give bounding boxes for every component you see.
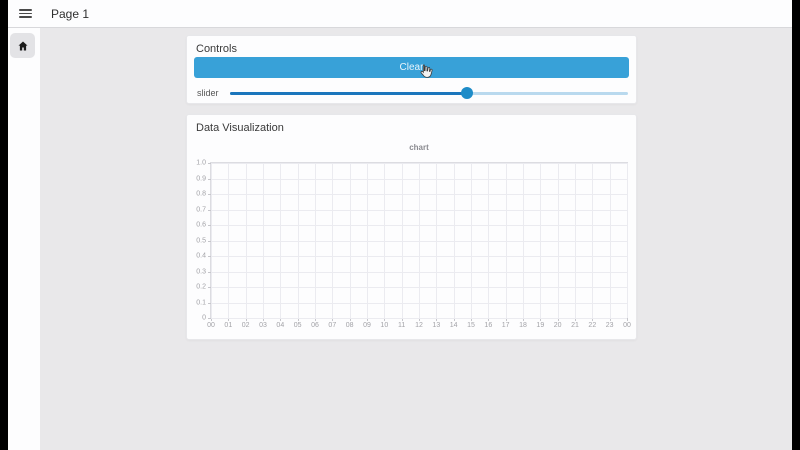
chart-x-tick-label: 20 — [553, 322, 562, 329]
chart-gridline-horizontal — [211, 194, 627, 195]
chart-gridline-horizontal — [211, 287, 627, 288]
chart-x-tick-label: 16 — [484, 322, 493, 329]
chart-y-tick-label: 0.7 — [196, 206, 206, 213]
chart-y-tick-label: 0.8 — [196, 190, 206, 198]
page-title: Page 1 — [51, 6, 90, 21]
chart-y-tick-mark — [208, 194, 211, 195]
slider-track[interactable] — [230, 87, 628, 99]
controls-card-title: Controls — [196, 43, 237, 55]
chart-x-tick-label: 14 — [449, 322, 458, 329]
slider-control: slider — [197, 85, 628, 101]
chart-x-tick-label: 00 — [623, 322, 631, 329]
chart-gridline-horizontal — [211, 256, 627, 257]
chart-y-tick-label: 0.3 — [196, 268, 206, 275]
sidebar — [8, 28, 40, 450]
chart-x-tick-label: 18 — [519, 322, 527, 329]
sidebar-item-home[interactable] — [10, 33, 35, 58]
slider-thumb[interactable] — [460, 87, 473, 99]
right-letterbox-bar — [792, 0, 800, 450]
menu-icon[interactable] — [19, 9, 32, 18]
chart-y-tick-label: 0.6 — [196, 221, 206, 229]
chart-y-tick-label: 0.9 — [196, 175, 206, 182]
chart-y-tick-mark — [208, 209, 211, 211]
home-icon — [17, 40, 29, 52]
chart-y-tick-label: 0.4 — [196, 252, 206, 260]
chart-gridline-horizontal — [211, 302, 627, 304]
chart-x-tick-mark — [627, 318, 628, 321]
chart-y-tick-mark — [208, 271, 211, 273]
chart-gridline-horizontal — [211, 318, 627, 319]
chart-y-tick-mark — [208, 318, 211, 319]
chart-y-tick-label: 0.1 — [196, 299, 206, 306]
top-header: Page 1 — [8, 0, 792, 28]
chart-x-tick-label: 12 — [415, 322, 423, 329]
chart-y-tick-mark — [208, 240, 211, 242]
slider-fill — [230, 91, 467, 95]
chart-gridline-horizontal — [211, 178, 627, 180]
chart-x-tick-label: 21 — [571, 322, 579, 329]
chart-gridline-horizontal — [211, 240, 627, 242]
chart-gridline-horizontal — [211, 209, 627, 211]
chart-x-tick-label: 09 — [363, 322, 371, 329]
chart-x-tick-label: 15 — [467, 322, 475, 329]
chart-y-tick-label: 0.2 — [196, 283, 206, 291]
chart-gridline-horizontal — [211, 163, 627, 164]
chart-x-tick-label: 06 — [311, 322, 319, 329]
chart-y-tick-label: 0 — [202, 314, 206, 322]
slider-label: slider — [197, 88, 219, 98]
data-visualization-card: Data Visualization chart 00 01 02 03 04 05 06 0… — [186, 114, 637, 340]
chart-y-tick-label: 1.0 — [196, 159, 206, 167]
chart-x-tick-label: 00 — [207, 322, 215, 329]
left-letterbox-bar — [0, 0, 8, 450]
chart-y-tick-mark — [208, 287, 211, 288]
chart-y-tick-label: 0.5 — [196, 237, 206, 244]
chart-plot: 00 01 02 03 04 05 06 07 08 09 10 11 12 13 14 15 16 17 18 19… — [196, 160, 631, 330]
chart-x-tick-label: 19 — [536, 322, 545, 329]
chart-x-tick-label: 17 — [501, 322, 510, 329]
chart-x-tick-label: 08 — [345, 322, 354, 329]
chart-y-tick-mark — [208, 163, 211, 164]
chart-y-tick-mark — [208, 256, 211, 257]
chart-x-tick-label: 22 — [588, 322, 597, 329]
chart-x-tick-label: 05 — [293, 322, 302, 329]
chart-y-tick-mark — [208, 178, 211, 180]
chart-gridline-horizontal — [211, 271, 627, 273]
chart-y-tick-mark — [208, 225, 211, 226]
clear-button[interactable]: Clear — [194, 57, 629, 78]
viz-card-title: Data Visualization — [196, 122, 284, 134]
chart-x-tick-label: 11 — [398, 322, 406, 329]
chart-x-tick-label: 23 — [605, 322, 614, 329]
chart-gridline-horizontal — [211, 225, 627, 226]
chart-x-tick-label: 01 — [224, 322, 233, 329]
chart-y-tick-mark — [208, 302, 211, 304]
chart-x-tick-label: 02 — [241, 322, 250, 329]
chart-gridline-vertical — [627, 163, 628, 318]
controls-card: Controls Clear slider — [186, 35, 637, 104]
chart-x-tick-label: 10 — [380, 322, 389, 329]
chart-x-tick-label: 03 — [259, 322, 267, 329]
chart-title: chart — [409, 143, 429, 152]
chart-x-tick-label: 04 — [276, 322, 285, 329]
chart-x-tick-label: 07 — [328, 322, 337, 329]
chart-x-tick-label: 13 — [432, 322, 441, 329]
